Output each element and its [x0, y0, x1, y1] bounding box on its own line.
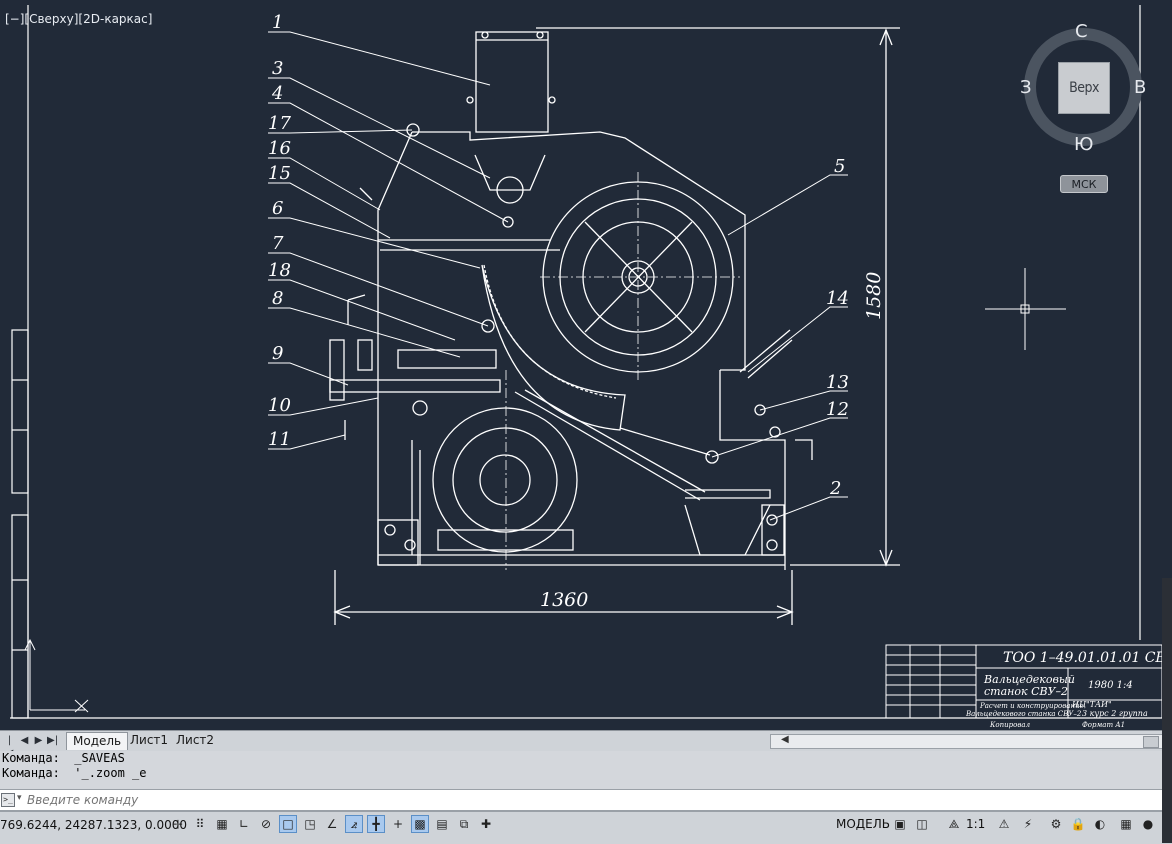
command-line: >_ ▾	[0, 789, 1162, 811]
leader-label: 16	[268, 138, 291, 159]
viewcube-east[interactable]: В	[1134, 77, 1146, 98]
leader-label: 6	[272, 198, 283, 219]
drawing-frame	[10, 5, 1162, 719]
format-label: Формат А1	[1082, 721, 1125, 729]
first-tab-icon[interactable]: |◀	[4, 734, 15, 759]
transparency-icon[interactable]: +	[390, 816, 406, 832]
ucs-icon	[24, 638, 89, 713]
quick-view-drawings-icon[interactable]: ◫	[914, 816, 930, 832]
leader-label: 12	[826, 399, 849, 420]
dimension-height: 1580	[863, 272, 885, 320]
object-snap-tracking-icon[interactable]: ◳	[302, 816, 318, 832]
isolate-objects-icon[interactable]: ◐	[1092, 816, 1108, 832]
polar-tracking-icon[interactable]: ⊘	[258, 816, 274, 832]
object-snap-icon[interactable]: ∠	[324, 816, 340, 832]
viewcube-south[interactable]: Ю	[1074, 134, 1093, 155]
viewcube-top-face[interactable]: Верх	[1058, 62, 1110, 114]
leader-label: 3	[272, 58, 283, 79]
side-panel-edge	[1162, 578, 1172, 843]
infer-constraints-icon[interactable]: ⊹	[170, 816, 186, 832]
command-prompt-icon[interactable]: >_	[1, 793, 15, 807]
cursor-coordinates: 769.6244, 24287.1323, 0.0000	[0, 818, 188, 832]
scroll-left-icon[interactable]: ◀	[781, 734, 789, 745]
description-line-2: Вальцедекового станка СВУ–2	[965, 710, 1082, 718]
cad-drawing: 1 3 4 17 16 15 6 7 18 8 9 10 11 5 14 13 …	[10, 5, 1166, 729]
drawing-code: ТОО 1–49.01.01.01 СБ	[1003, 650, 1166, 666]
recent-commands-icon[interactable]: ▾	[17, 793, 22, 803]
lock-ui-icon[interactable]: 🔒	[1070, 816, 1086, 832]
model-space-toggle[interactable]: МОДЕЛЬ	[836, 817, 890, 831]
scrollbar-thumb[interactable]	[1143, 736, 1159, 748]
clean-screen-icon[interactable]: ●	[1140, 816, 1156, 832]
workspace-settings-icon[interactable]: ⚙	[1048, 816, 1064, 832]
annotation-scale-icon[interactable]: ⟁	[946, 816, 962, 832]
dynamic-input-icon[interactable]: ⦨	[345, 815, 363, 833]
ortho-icon[interactable]: ∟	[236, 816, 252, 832]
leader-labels: 1 3 4 17 16 15 6 7 18 8 9 10 11 5 14 13 …	[268, 12, 849, 499]
selection-cycling-icon[interactable]: ▩	[411, 815, 429, 833]
3d-osnap-icon[interactable]: ▤	[434, 816, 450, 832]
history-line: Команда: _SAVEAS	[2, 751, 125, 765]
viewcube[interactable]: С Ю В З Верх МСК	[1020, 20, 1150, 193]
org-line-2: 3 курс 2 группа	[1082, 709, 1148, 718]
isodraft-icon[interactable]: □	[279, 815, 297, 833]
leader-label: 18	[268, 260, 291, 281]
leader-label: 10	[268, 395, 291, 416]
leader-label: 1	[272, 12, 283, 33]
leader-label: 14	[826, 288, 849, 309]
leader-label: 15	[268, 163, 291, 184]
leader-label: 7	[272, 233, 284, 254]
crosshair-cursor	[985, 268, 1066, 350]
annotation-monitor-icon[interactable]: ✚	[478, 816, 494, 832]
lineweight-icon[interactable]: ╋	[367, 815, 385, 833]
leader-label: 4	[271, 83, 283, 104]
annotation-visibility-icon[interactable]: ⚠	[996, 816, 1012, 832]
ucs-menu-button[interactable]: МСК	[1060, 175, 1108, 193]
horizontal-scrollbar[interactable]: ◀	[770, 734, 1164, 749]
viewcube-west[interactable]: З	[1020, 77, 1032, 98]
leader-label: 11	[268, 429, 291, 450]
annotation-scale[interactable]: 1:1	[966, 817, 985, 831]
command-history: Команда: _SAVEAS Команда: '_.zoom _e	[0, 751, 1162, 789]
history-line: Команда: '_.zoom _e	[2, 766, 147, 780]
prev-tab-icon[interactable]: ◀	[19, 734, 30, 747]
leader-lines	[268, 31, 848, 521]
snap-icon[interactable]: ⠿	[192, 816, 208, 832]
description-line-1: Расчет и конструирование	[979, 702, 1084, 710]
tab-layout2[interactable]: Лист2	[170, 732, 220, 749]
auto-scale-icon[interactable]: ⚡	[1020, 816, 1036, 832]
command-input[interactable]	[27, 792, 627, 807]
hardware-acceleration-icon[interactable]: ▦	[1118, 816, 1134, 832]
leader-label: 17	[268, 113, 291, 134]
tab-layout1[interactable]: Лист1	[124, 732, 174, 749]
last-tab-icon[interactable]: ▶|	[47, 734, 58, 747]
leader-label: 8	[272, 288, 283, 309]
copied-label: Копировал	[989, 721, 1030, 729]
layout-tab-bar: |◀ ◀ ▶ ▶| Модель Лист1 Лист2 ◀	[0, 730, 1172, 759]
leader-label: 5	[834, 156, 845, 177]
drawing-name-2: станок СВУ–2	[984, 685, 1068, 698]
mass-scale: 1980 1:4	[1088, 680, 1133, 691]
quick-view-layouts-icon[interactable]: ▣	[892, 816, 908, 832]
leader-label: 9	[272, 343, 283, 364]
next-tab-icon[interactable]: ▶	[33, 734, 44, 747]
dimension-width: 1360	[540, 589, 588, 611]
status-bar: 769.6244, 24287.1323, 0.0000 ⊹ ⠿ ▦ ∟ ⊘ □…	[0, 811, 1172, 844]
grid-icon[interactable]: ▦	[214, 816, 230, 832]
machine-drawing	[329, 27, 900, 625]
dynamic-ucs-icon[interactable]: ⧉	[456, 816, 472, 832]
viewcube-north[interactable]: С	[1075, 21, 1088, 42]
tab-model[interactable]: Модель	[66, 732, 129, 750]
leader-label: 2	[829, 478, 841, 499]
title-block-text: ТОО 1–49.01.01.01 СБ Вальцедековый стано…	[965, 650, 1166, 729]
drawing-viewport[interactable]: [−][Сверху][2D-каркас] 1 3 4 17 16 15 6 …	[0, 0, 1172, 730]
leader-label: 13	[826, 372, 849, 393]
